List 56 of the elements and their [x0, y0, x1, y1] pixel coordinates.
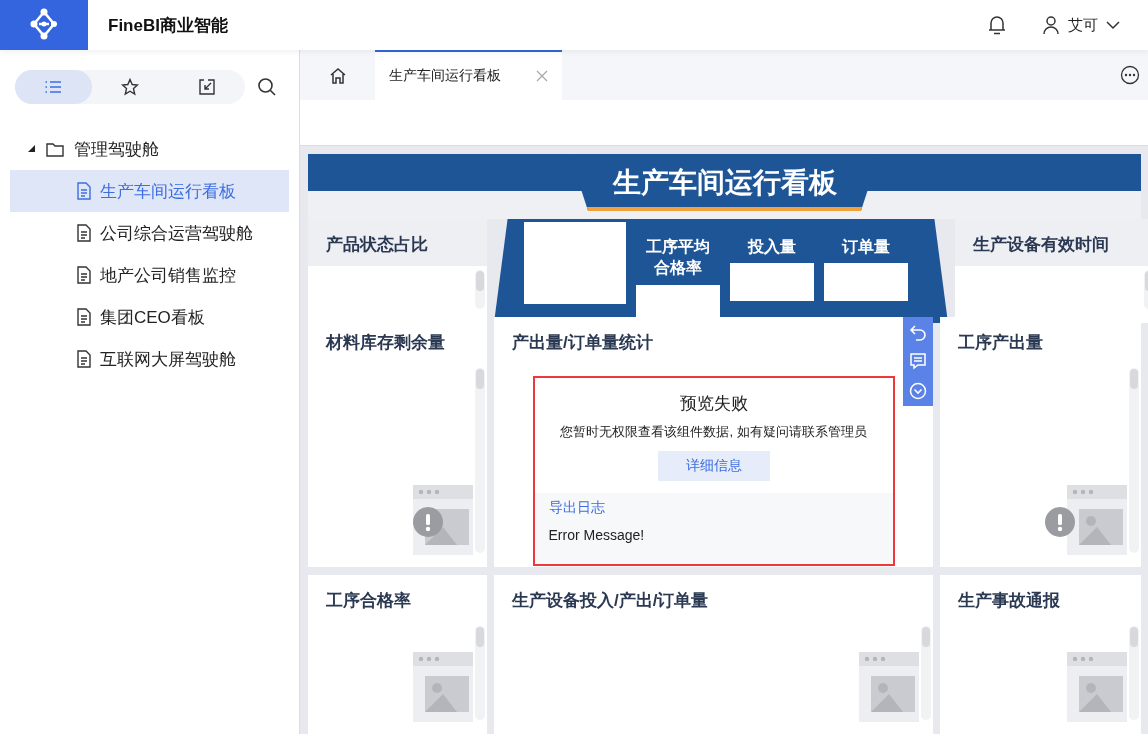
app-title: FineBI商业智能: [108, 14, 228, 37]
bell-icon[interactable]: [988, 15, 1006, 35]
tree-item[interactable]: 集团CEO看板: [10, 296, 289, 338]
tree-item[interactable]: 地产公司销售监控: [10, 254, 289, 296]
widget-title: 材料库存剩余量: [324, 331, 446, 354]
undo-icon[interactable]: [909, 322, 927, 341]
document-icon: [76, 350, 92, 368]
user-menu[interactable]: 艾可: [1042, 15, 1120, 35]
tree-folder[interactable]: 管理驾驶舱: [74, 137, 159, 161]
error-title: 预览失败: [679, 392, 748, 415]
placeholder-drawing: [859, 652, 919, 722]
scrollbar[interactable]: [1129, 625, 1139, 720]
widget-title: 工序产出量: [957, 331, 1044, 354]
collapse-icon[interactable]: [909, 381, 927, 400]
close-icon[interactable]: [536, 70, 548, 82]
widget-title: 生产设备投入/产出/订单量: [511, 589, 710, 612]
tree-item[interactable]: 生产车间运行看板: [10, 170, 289, 212]
star-icon: [121, 78, 139, 96]
scrollbar[interactable]: [475, 367, 485, 553]
kpi-label: 订单量: [840, 236, 891, 257]
page-tab[interactable]: 生产车间运行看板: [375, 50, 562, 100]
list-icon: [44, 79, 63, 95]
placeholder-drawing: [1067, 652, 1127, 722]
placeholder-drawing: [413, 652, 473, 722]
kpi-label: 投入量: [746, 236, 797, 257]
comment-icon[interactable]: [909, 352, 927, 371]
widget-title: 产品状态占比: [325, 233, 429, 256]
export-log-link[interactable]: 导出日志: [548, 498, 879, 517]
widget-title: 产出量/订单量统计: [511, 331, 654, 354]
expand-caret-icon[interactable]: [28, 145, 36, 153]
document-icon: [76, 266, 92, 284]
home-icon: [328, 67, 347, 85]
placeholder-drawing: [1067, 484, 1127, 555]
scrollbar[interactable]: [1129, 367, 1139, 553]
search-icon[interactable]: [257, 77, 277, 97]
view-tab[interactable]: [15, 70, 92, 104]
more-icon[interactable]: [1120, 65, 1140, 85]
scrollbar[interactable]: [921, 625, 931, 720]
widget-title: 工序合格率: [325, 589, 412, 612]
import-icon: [197, 78, 216, 96]
scrollbar[interactable]: [475, 269, 485, 309]
user-icon: [1042, 15, 1060, 35]
error-log-text: Error Message!: [548, 526, 646, 543]
document-icon: [76, 182, 92, 200]
document-icon: [76, 224, 92, 242]
widget-title: 生产事故通报: [957, 589, 1061, 612]
tree-item[interactable]: 公司综合运营驾驶舱: [10, 212, 289, 254]
folder-icon: [46, 141, 64, 157]
document-icon: [76, 308, 92, 326]
details-button[interactable]: 详细信息: [657, 450, 770, 481]
caret-icon: [1106, 20, 1120, 30]
error-message: 您暂时无权限查看该组件数据, 如有疑问请联系管理员: [560, 422, 867, 441]
tree-item[interactable]: 互联网大屏驾驶舱: [10, 338, 289, 380]
widget-title: 生产设备有效时间: [972, 233, 1110, 256]
kpi-label: 工序平均合格率: [645, 236, 711, 279]
scrollbar[interactable]: [475, 625, 485, 720]
